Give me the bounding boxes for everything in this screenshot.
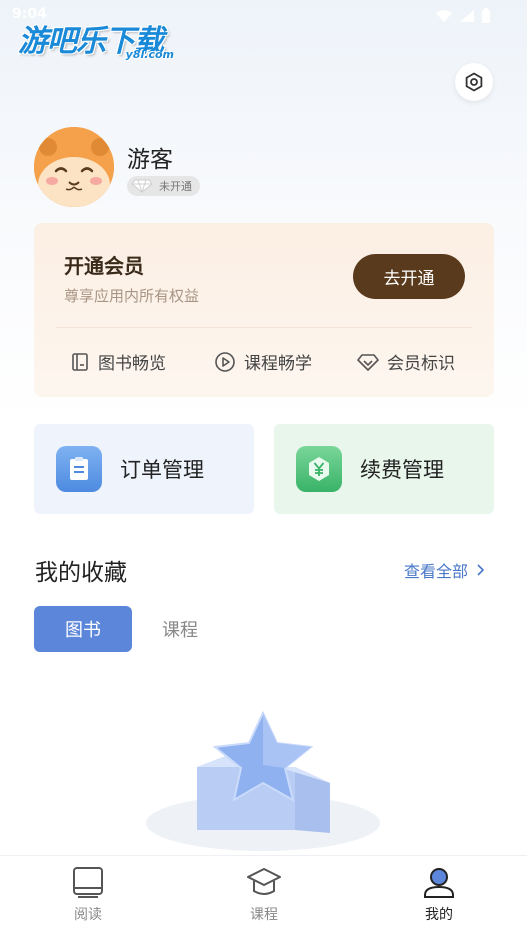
- diamond-badge-icon: [131, 179, 153, 193]
- graduation-cap-icon: [247, 868, 281, 895]
- settings-button[interactable]: [455, 63, 493, 101]
- book-icon: [72, 352, 88, 371]
- renewal-management-label: 续费管理: [360, 458, 444, 482]
- order-management-label: 订单管理: [120, 458, 204, 482]
- user-icon: [424, 868, 454, 898]
- wifi-icon: [436, 10, 452, 22]
- nav-item-courses[interactable]: 课程: [224, 866, 304, 924]
- diamond-icon: [357, 353, 379, 371]
- site-watermark-logo: 游吧乐下载 y8l.com: [18, 16, 188, 66]
- username: 游客: [127, 147, 173, 173]
- avatar[interactable]: [34, 127, 114, 207]
- member-description: 尊享应用内所有权益: [64, 287, 200, 305]
- yen-icon: [296, 446, 342, 492]
- member-title: 开通会员: [64, 254, 144, 278]
- nav-label-mine: 我的: [425, 907, 453, 923]
- perk-label: 会员标识: [387, 354, 455, 374]
- tab-courses[interactable]: 课程: [162, 616, 198, 642]
- perk-label: 图书畅览: [98, 354, 166, 374]
- chevron-right-icon: [477, 564, 485, 576]
- vip-status-text: 未开通: [159, 180, 192, 193]
- perk-courses[interactable]: 课程畅学: [214, 349, 312, 374]
- vip-status-badge: 未开通: [127, 176, 200, 196]
- view-all-link[interactable]: 查看全部: [404, 558, 485, 582]
- signal-icon: [460, 10, 474, 22]
- nav-item-mine[interactable]: 我的: [399, 866, 479, 924]
- view-all-label: 查看全部: [404, 562, 469, 581]
- member-card: 开通会员 尊享应用内所有权益 去开通 图书畅览 课程畅学 会员标识: [34, 223, 494, 397]
- perk-books[interactable]: 图书畅览: [70, 349, 166, 374]
- nav-label-read: 阅读: [74, 907, 102, 923]
- watermark-domain: y8l.com: [125, 48, 174, 61]
- status-icons: [435, 8, 491, 24]
- perk-label: 课程畅学: [244, 354, 312, 374]
- order-icon: [56, 446, 102, 492]
- hamster-avatar-icon: [34, 127, 114, 207]
- settings-hexagon-icon: [465, 72, 483, 92]
- tab-books[interactable]: 图书: [34, 606, 132, 652]
- book-nav-icon: [73, 867, 103, 898]
- nav-item-read[interactable]: 阅读: [48, 866, 128, 924]
- favorites-title: 我的收藏: [35, 560, 127, 586]
- nav-label-courses: 课程: [250, 907, 278, 923]
- battery-icon: [482, 8, 490, 23]
- open-membership-button[interactable]: 去开通: [353, 254, 465, 299]
- bottom-navigation: 阅读 课程 我的: [0, 855, 527, 937]
- play-icon: [215, 351, 235, 372]
- perk-badge[interactable]: 会员标识: [357, 349, 455, 374]
- renewal-management-tile[interactable]: 续费管理: [274, 424, 494, 514]
- empty-favorites-illustration: [146, 710, 380, 851]
- order-management-tile[interactable]: 订单管理: [34, 424, 254, 514]
- member-divider: [56, 327, 472, 328]
